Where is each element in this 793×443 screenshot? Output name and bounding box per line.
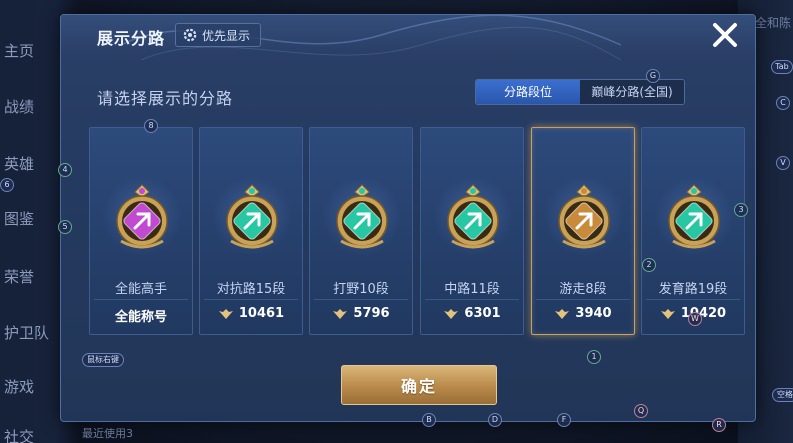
- gear-icon: [183, 28, 197, 42]
- key-hint-marker: 1: [587, 350, 601, 364]
- lane-card[interactable]: 游走8段 3940: [531, 127, 635, 335]
- key-hint-marker: W: [688, 312, 702, 326]
- nav-item-hero[interactable]: 英雄: [4, 153, 34, 174]
- lane-card-value-row: 全能称号: [90, 306, 192, 325]
- card-divider: [314, 299, 408, 300]
- confirm-button[interactable]: 确定: [341, 365, 497, 405]
- clash-lane-emblem-icon: [226, 184, 278, 249]
- wings-rank-icon: [218, 308, 233, 319]
- card-divider: [536, 299, 630, 300]
- card-divider: [646, 299, 740, 300]
- lane-card[interactable]: 打野10段 5796: [309, 127, 413, 335]
- lane-card-value: 6301: [464, 306, 501, 321]
- key-hint-marker: Tab: [771, 60, 793, 74]
- lane-card-value: 3940: [575, 306, 612, 321]
- lane-card-value-row: 3940: [532, 306, 634, 321]
- key-hint-marker: 5: [58, 220, 72, 234]
- mid-lane-emblem-icon: [447, 184, 499, 249]
- lane-card-name: 游走8段: [559, 282, 607, 297]
- priority-display-label: 优先显示: [202, 28, 251, 43]
- key-hint-marker: 8: [144, 119, 158, 133]
- key-hint-marker: 4: [58, 163, 72, 177]
- lane-card-name: 中路11段: [444, 282, 500, 297]
- priority-display-button[interactable]: 优先显示: [175, 23, 262, 47]
- nav-item-record[interactable]: 战绩: [4, 96, 34, 117]
- nav-item-honor[interactable]: 荣誉: [4, 266, 34, 287]
- key-hint-marker: V: [776, 156, 790, 170]
- key-hint-pill: 空格: [772, 388, 793, 402]
- wings-rank-icon: [555, 308, 570, 319]
- background-right-text: 全和陈: [754, 16, 791, 30]
- lane-card-name: 打野10段: [333, 282, 389, 297]
- farm-lane-emblem-icon: [668, 184, 720, 249]
- close-icon[interactable]: [709, 19, 741, 51]
- tab-lane-rank[interactable]: 分路段位: [476, 80, 580, 104]
- wings-rank-icon: [444, 308, 459, 319]
- key-hint-marker: G: [646, 69, 660, 83]
- lane-card-name: 发育路19段: [658, 282, 728, 297]
- recently-used-label: 最近使用3: [82, 427, 133, 440]
- key-hint-marker: D: [488, 413, 502, 427]
- lane-card[interactable]: 发育路19段 10420: [641, 127, 745, 335]
- nav-item-home[interactable]: 主页: [4, 40, 34, 61]
- key-hint-marker: 2: [642, 258, 656, 272]
- lane-card-value: 全能称号: [114, 310, 167, 325]
- key-hint-marker: Q: [634, 404, 648, 418]
- lane-card-value: 10461: [238, 306, 285, 321]
- card-divider: [425, 299, 519, 300]
- lane-card-value-row: 10461: [200, 306, 302, 321]
- nav-item-game[interactable]: 游戏: [4, 376, 34, 397]
- lane-card-name: 对抗路15段: [216, 282, 286, 297]
- lane-card[interactable]: 全能高手 全能称号: [89, 127, 193, 335]
- lane-card-name: 全能高手: [114, 282, 167, 297]
- all-round-emblem-icon: [116, 184, 168, 249]
- lane-card-list: 全能高手 全能称号 对抗路15段 10461 打野10段 5796 中路11段 6301 游走8…: [89, 127, 749, 349]
- key-hint-marker: 6: [0, 178, 14, 192]
- jungle-emblem-icon: [336, 184, 388, 249]
- tab-peak-lane[interactable]: 巅峰分路(全国): [580, 80, 684, 104]
- key-hint-marker: F: [557, 413, 571, 427]
- wings-rank-icon: [660, 308, 675, 319]
- nav-item-social[interactable]: 社交: [4, 426, 34, 443]
- dialog-title: 展示分路: [97, 29, 166, 48]
- key-hint-marker: B: [422, 413, 436, 427]
- key-hint-marker: 3: [734, 203, 748, 217]
- nav-item-codex[interactable]: 图鉴: [4, 208, 34, 229]
- lane-card[interactable]: 中路11段 6301: [420, 127, 524, 335]
- key-hint-pill: 鼠标右键: [82, 353, 124, 367]
- roam-emblem-icon: [558, 184, 610, 249]
- key-hint-marker: C: [776, 96, 790, 110]
- key-hint-marker: R: [712, 418, 726, 432]
- lane-card-value: 5796: [353, 306, 390, 321]
- nav-item-guard[interactable]: 护卫队: [4, 322, 49, 343]
- card-divider: [204, 299, 298, 300]
- wings-rank-icon: [333, 308, 348, 319]
- lane-card-value-row: 5796: [310, 306, 412, 321]
- lane-card[interactable]: 对抗路15段 10461: [199, 127, 303, 335]
- card-divider: [94, 299, 188, 300]
- lane-card-value-row: 6301: [421, 306, 523, 321]
- dialog-subtitle: 请选择展示的分路: [97, 89, 234, 108]
